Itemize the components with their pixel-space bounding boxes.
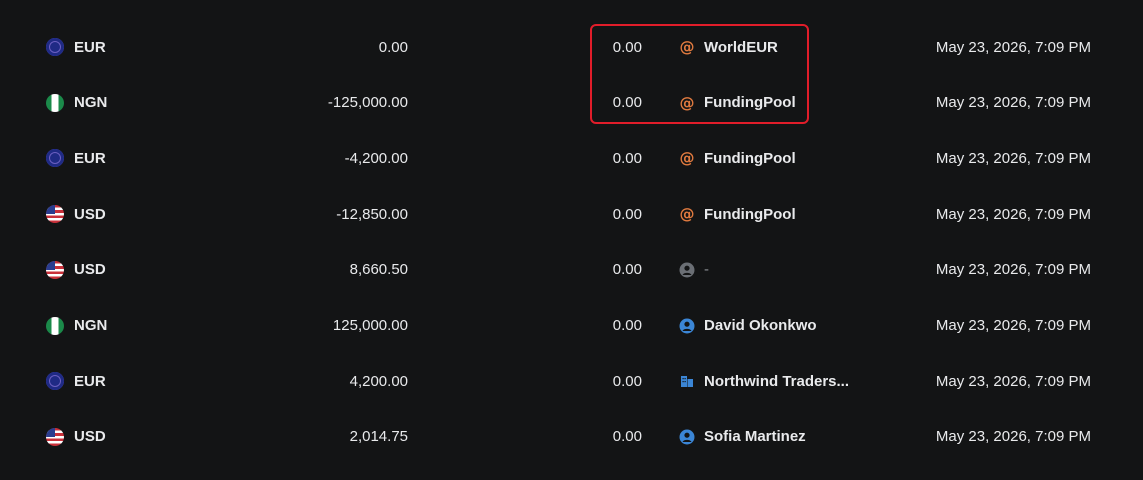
counterparty-name: FundingPool bbox=[704, 205, 796, 223]
currency-cell: EUR bbox=[46, 353, 206, 409]
svg-text:@: @ bbox=[680, 206, 695, 222]
currency-cell: USD bbox=[46, 409, 206, 465]
date-cell: May 23, 2026, 7:09 PM bbox=[935, 38, 1091, 56]
counterparty-cell[interactable]: @ FundingPool bbox=[679, 186, 879, 242]
user-icon bbox=[679, 318, 695, 334]
currency-cell: USD bbox=[46, 186, 206, 242]
counterparty-cell[interactable]: Sofia Martinez bbox=[679, 409, 879, 465]
date-cell: May 23, 2026, 7:09 PM bbox=[935, 205, 1091, 223]
currency-cell: USD bbox=[46, 242, 206, 298]
currency-code: NGN bbox=[74, 94, 108, 112]
counterparty-cell[interactable]: David Okonkwo bbox=[679, 298, 879, 354]
svg-text:@: @ bbox=[680, 39, 695, 55]
us-flag-icon bbox=[46, 260, 64, 279]
amount-cell: 2,014.75 bbox=[349, 428, 408, 446]
date-cell: May 23, 2026, 7:09 PM bbox=[935, 317, 1091, 334]
amount-cell: 125,000.00 bbox=[332, 317, 408, 334]
at-icon: @ bbox=[679, 39, 695, 55]
currency-cell: EUR bbox=[46, 130, 206, 186]
amount-cell: -4,200.00 bbox=[344, 149, 408, 167]
date-cell: May 23, 2026, 7:09 PM bbox=[935, 94, 1091, 112]
currency-code: EUR bbox=[74, 38, 106, 56]
amount-cell: -12,850.00 bbox=[336, 205, 408, 223]
eu-flag-icon bbox=[46, 372, 64, 391]
user-icon bbox=[679, 429, 695, 445]
amount-cell: 4,200.00 bbox=[349, 372, 408, 390]
counterparty-cell[interactable]: - bbox=[679, 242, 879, 298]
counterparty-name: Sofia Martinez bbox=[704, 428, 806, 446]
date-cell: May 23, 2026, 7:09 PM bbox=[935, 149, 1091, 167]
currency-code: USD bbox=[74, 205, 106, 223]
counterparty-name: FundingPool bbox=[704, 149, 796, 167]
eu-flag-icon bbox=[46, 38, 64, 56]
amount-cell: 0.00 bbox=[378, 38, 408, 56]
table-row[interactable]: EUR 0.00 0.00 @ WorldEUR May 23, 2026, 7:09 P… bbox=[0, 19, 1143, 75]
us-flag-icon bbox=[46, 427, 64, 446]
table-row[interactable]: EUR 4,200.00 0.00 Northwind Traders... May 2… bbox=[0, 353, 1143, 409]
fee-cell: 0.00 bbox=[612, 38, 642, 56]
fee-cell: 0.00 bbox=[612, 261, 642, 279]
us-flag-icon bbox=[46, 205, 64, 224]
date-cell: May 23, 2026, 7:09 PM bbox=[935, 261, 1091, 279]
counterparty-name: FundingPool bbox=[704, 94, 796, 112]
svg-text:@: @ bbox=[680, 150, 695, 166]
counterparty-name: Northwind Traders... bbox=[704, 372, 850, 390]
currency-code: EUR bbox=[74, 149, 106, 167]
table-row[interactable]: NGN 125,000.00 0.00 David Okonkwo May 23, 20… bbox=[0, 298, 1143, 354]
currency-code: USD bbox=[74, 428, 106, 446]
fee-cell: 0.00 bbox=[612, 94, 642, 112]
eu-flag-icon bbox=[46, 149, 64, 168]
user-icon-muted bbox=[679, 262, 695, 278]
counterparty-cell[interactable]: @ FundingPool bbox=[679, 75, 879, 131]
counterparty-cell[interactable]: Northwind Traders... bbox=[679, 353, 879, 409]
date-cell: May 23, 2026, 7:09 PM bbox=[935, 372, 1091, 390]
fee-cell: 0.00 bbox=[612, 205, 642, 223]
counterparty-name: WorldEUR bbox=[704, 38, 778, 56]
svg-text:@: @ bbox=[680, 95, 695, 111]
at-icon: @ bbox=[679, 150, 695, 166]
counterparty-name: David Okonkwo bbox=[704, 317, 817, 334]
building-icon bbox=[679, 373, 695, 389]
transactions-table: EUR 0.00 0.00 @ WorldEUR May 23, 2026, 7:09 P… bbox=[0, 0, 1143, 480]
at-icon: @ bbox=[679, 95, 695, 111]
fee-cell: 0.00 bbox=[612, 317, 642, 334]
table-row[interactable]: USD 8,660.50 0.00 - May 23, 2026, 7:09 PM bbox=[0, 242, 1143, 298]
fee-cell: 0.00 bbox=[612, 428, 642, 446]
amount-cell: 8,660.50 bbox=[349, 261, 408, 279]
counterparty-cell[interactable]: @ FundingPool bbox=[679, 130, 879, 186]
date-cell: May 23, 2026, 7:09 PM bbox=[935, 428, 1091, 446]
table-row[interactable]: USD -12,850.00 0.00 @ FundingPool May 23, 202… bbox=[0, 186, 1143, 242]
ng-flag-icon bbox=[46, 316, 64, 335]
amount-cell: -125,000.00 bbox=[327, 94, 408, 112]
fee-cell: 0.00 bbox=[612, 372, 642, 390]
currency-code: EUR bbox=[74, 372, 106, 390]
table-row[interactable]: USD 2,014.75 0.00 Sofia Martinez May 23, 202… bbox=[0, 409, 1143, 465]
fee-cell: 0.00 bbox=[612, 149, 642, 167]
counterparty-name: - bbox=[704, 261, 709, 279]
currency-code: NGN bbox=[74, 317, 108, 334]
currency-cell: NGN bbox=[46, 75, 206, 131]
currency-cell: EUR bbox=[46, 19, 206, 75]
table-row[interactable]: NGN -125,000.00 0.00 @ FundingPool May 23, 20… bbox=[0, 75, 1143, 131]
table-row[interactable]: EUR -4,200.00 0.00 @ FundingPool May 23, 2026… bbox=[0, 130, 1143, 186]
currency-cell: NGN bbox=[46, 298, 206, 354]
at-icon: @ bbox=[679, 206, 695, 222]
counterparty-cell[interactable]: @ WorldEUR bbox=[679, 19, 879, 75]
currency-code: USD bbox=[74, 261, 106, 279]
ng-flag-icon bbox=[46, 93, 64, 112]
